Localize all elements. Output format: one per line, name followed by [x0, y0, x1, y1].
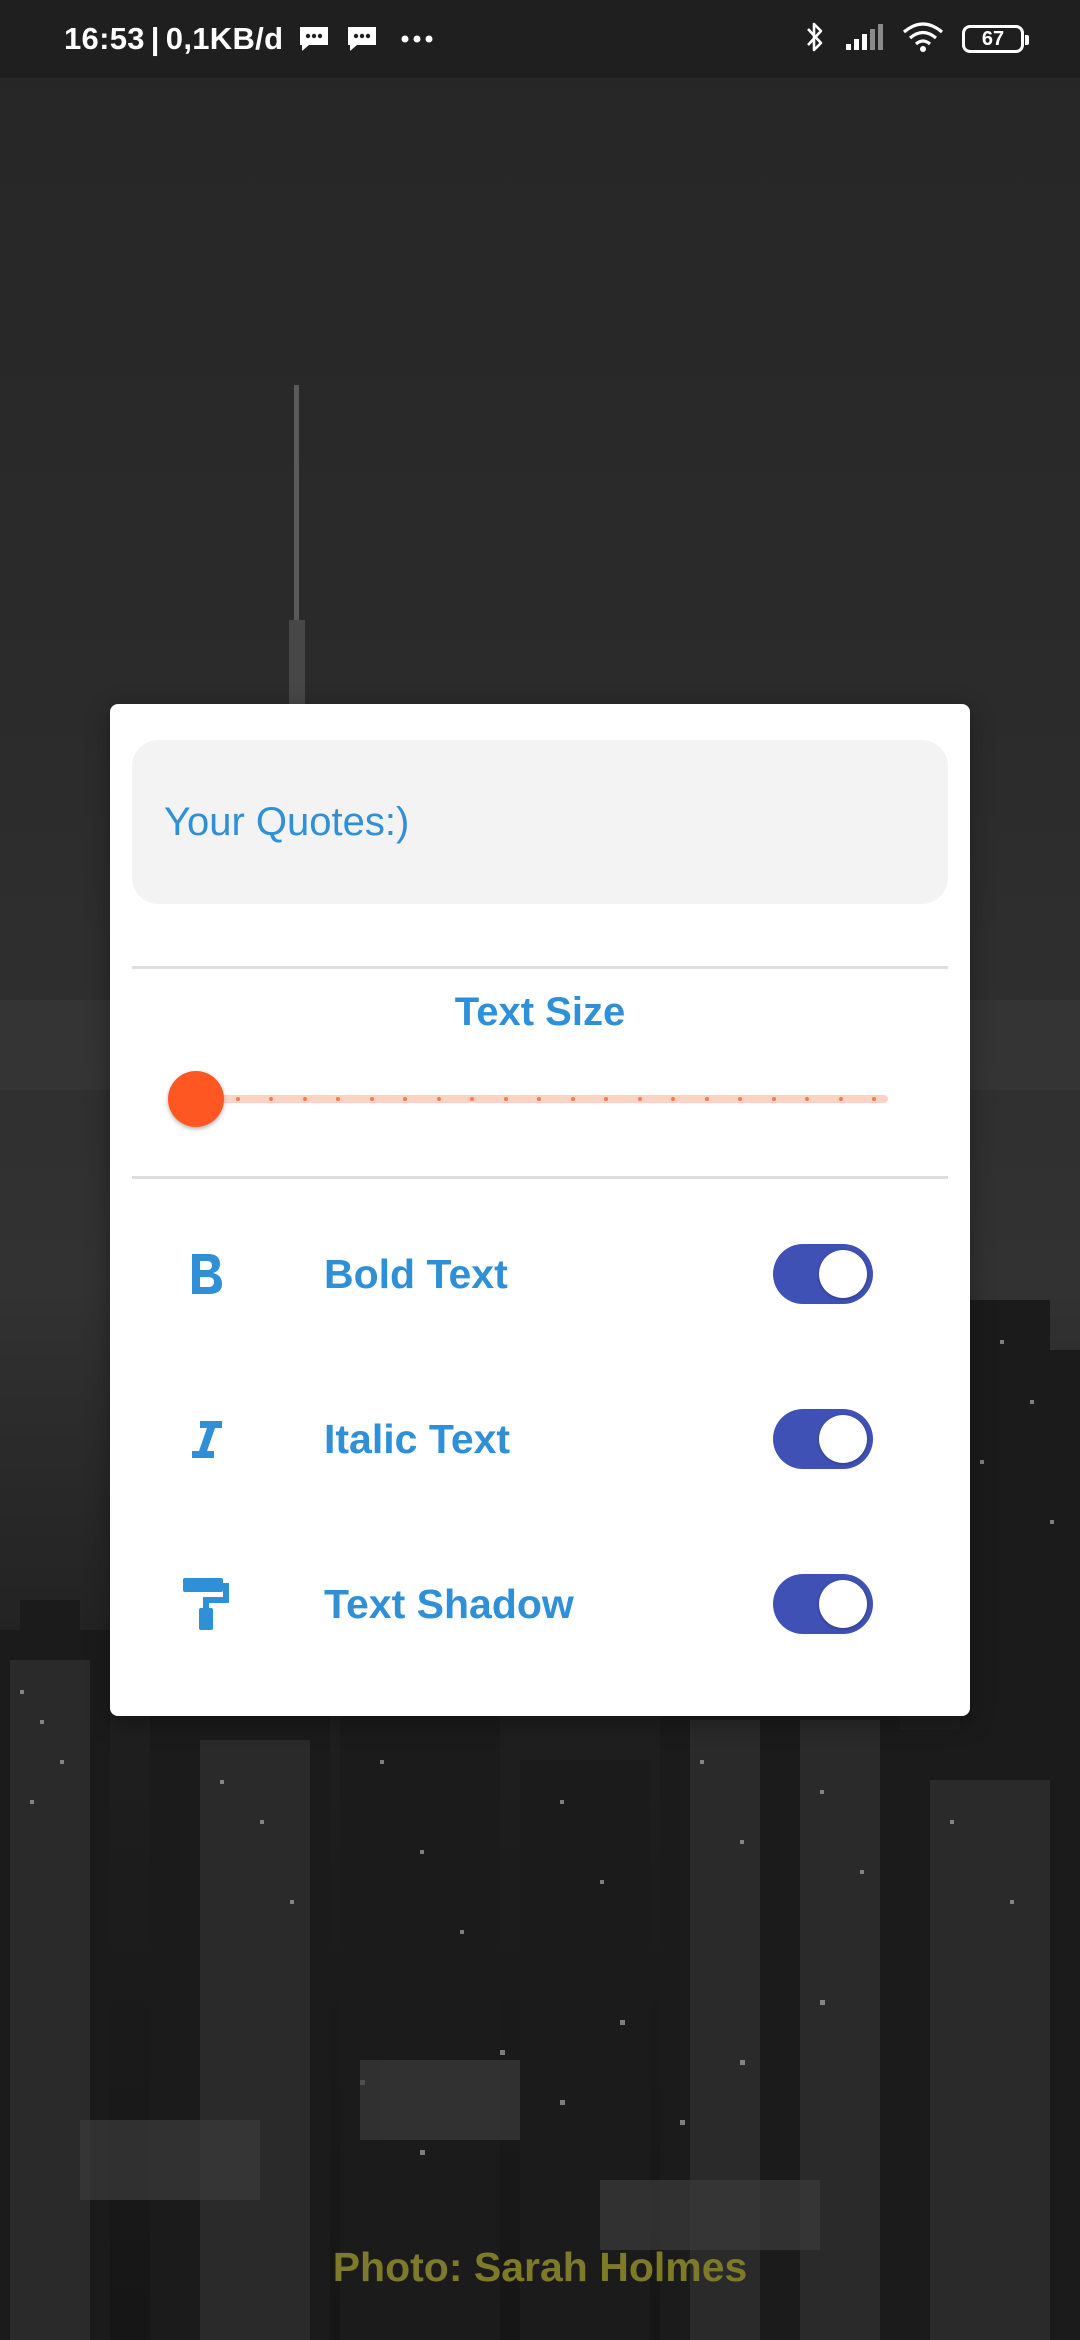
status-data-rate: 0,1KB/d — [165, 21, 284, 56]
app-screen: 16:53 | 0,1KB/d 67 Your Quotes:) Text Si… — [0, 0, 1080, 2340]
slider-tick — [637, 1097, 642, 1101]
toggle-knob — [819, 1250, 867, 1298]
signal-icon — [844, 22, 884, 57]
slider-tick — [738, 1097, 742, 1101]
slider-tick — [570, 1097, 575, 1101]
slider-tick — [537, 1097, 541, 1101]
more-notifications-icon — [397, 25, 437, 53]
slider-thumb[interactable] — [168, 1071, 224, 1127]
wifi-icon — [902, 21, 944, 58]
quote-input[interactable]: Your Quotes:) — [132, 740, 948, 904]
slider-tick — [269, 1097, 273, 1101]
slider-tick — [470, 1097, 474, 1101]
status-time: 16:53 — [64, 21, 145, 56]
slider-tick — [369, 1097, 374, 1101]
slider-tick — [235, 1097, 240, 1101]
divider — [132, 966, 948, 969]
text-size-title: Text Size — [454, 990, 626, 1034]
slider-tick — [403, 1097, 407, 1101]
toggle-knob — [819, 1415, 867, 1463]
toggle-knob — [819, 1580, 867, 1628]
option-row-bold[interactable]: Bold Text — [110, 1214, 970, 1334]
battery-level: 67 — [981, 27, 1005, 50]
option-label: Bold Text — [324, 1250, 508, 1297]
text-shadow-toggle[interactable] — [773, 1574, 873, 1634]
bluetooth-icon — [804, 20, 826, 59]
status-bar: 16:53 | 0,1KB/d 67 — [0, 0, 1080, 78]
slider-tick — [503, 1097, 508, 1101]
italic-icon — [176, 1409, 236, 1469]
slider-tick — [302, 1097, 307, 1101]
message-icon — [345, 25, 379, 53]
status-left: 16:53 | 0,1KB/d — [64, 0, 437, 78]
paint-roller-icon — [176, 1574, 236, 1634]
slider-tick — [805, 1097, 809, 1101]
option-row-italic[interactable]: Italic Text — [110, 1379, 970, 1499]
slider-tick — [872, 1097, 876, 1101]
slider-tick — [671, 1097, 675, 1101]
divider — [132, 1176, 948, 1179]
bold-toggle[interactable] — [773, 1244, 873, 1304]
photo-credit: Photo: Sarah Holmes — [332, 2244, 748, 2290]
status-separator: | — [150, 21, 160, 56]
slider-tick — [771, 1097, 776, 1101]
option-label: Italic Text — [324, 1415, 511, 1462]
option-row-shadow[interactable]: Text Shadow — [110, 1544, 970, 1664]
quote-input-text: Your Quotes:) — [164, 799, 410, 844]
bold-icon — [176, 1244, 236, 1304]
option-label: Text Shadow — [324, 1580, 574, 1627]
slider-tick — [704, 1097, 709, 1101]
battery-indicator: 67 — [962, 25, 1029, 53]
slider-tick — [838, 1097, 843, 1101]
status-right: 67 — [804, 0, 1029, 78]
message-icon — [297, 25, 331, 53]
slider-tick — [604, 1097, 608, 1101]
italic-toggle[interactable] — [773, 1409, 873, 1469]
slider-tick — [336, 1097, 340, 1101]
slider-tick — [436, 1097, 441, 1101]
text-size-slider[interactable] — [168, 1068, 888, 1128]
text-settings-dialog: Your Quotes:) Text Size Bold Text Italic… — [110, 704, 970, 1716]
